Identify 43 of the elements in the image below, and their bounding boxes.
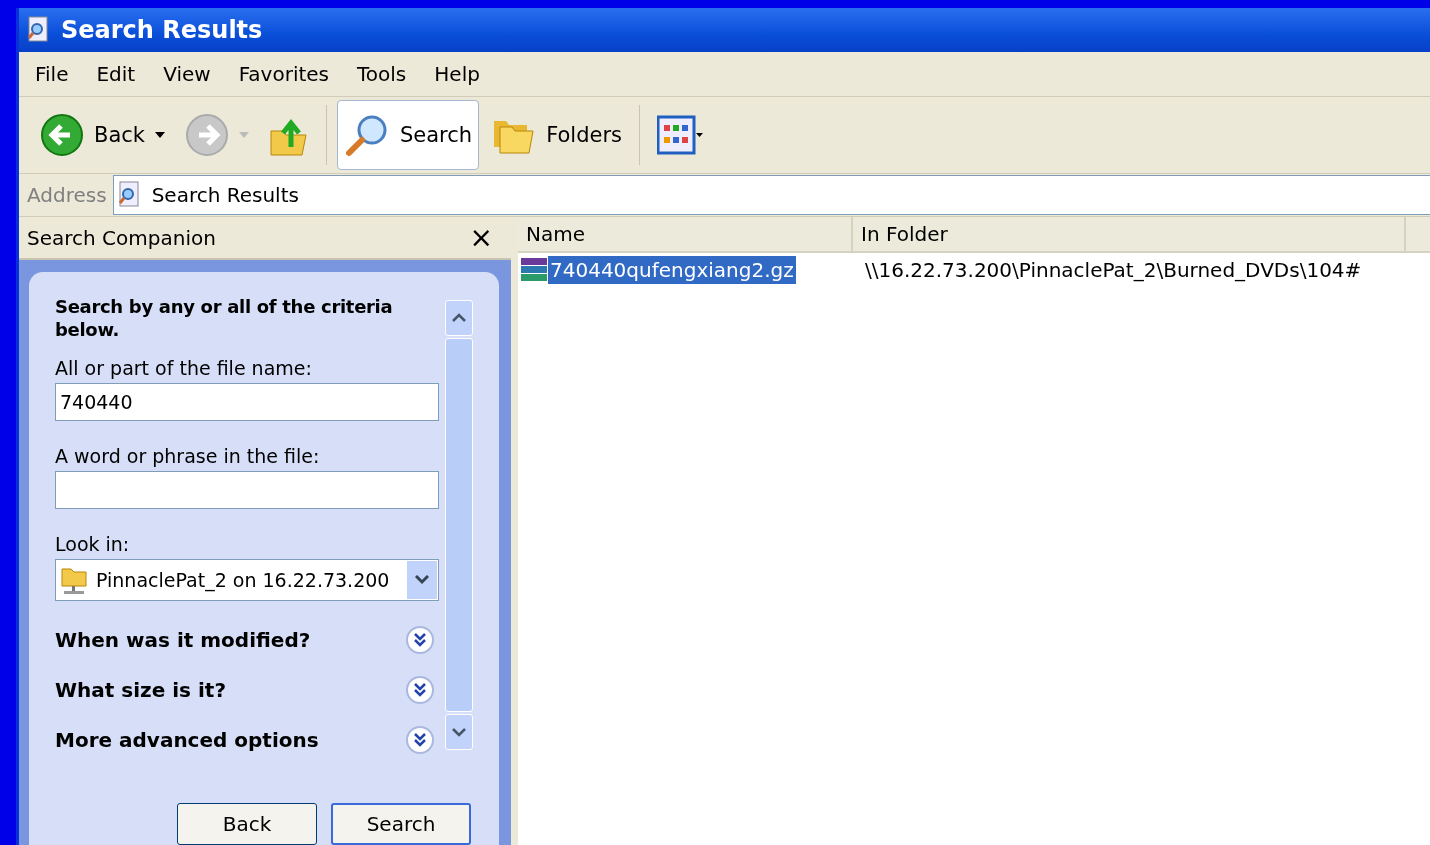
back-button[interactable]: Back [33, 100, 172, 170]
search-button[interactable]: Search [331, 803, 471, 845]
views-grid-icon [657, 115, 703, 155]
field-label: All or part of the file name: [55, 357, 313, 379]
address-field[interactable]: Search Results [112, 175, 1430, 215]
close-button[interactable]: × [465, 223, 497, 252]
search-document-icon [117, 181, 142, 209]
field-label: Look in: [55, 533, 131, 555]
section-label[interactable]: When was it modified? [55, 628, 311, 652]
scroll-down-icon[interactable] [452, 727, 466, 737]
menu-item[interactable]: Help [434, 62, 480, 86]
search-document-icon [27, 16, 51, 44]
field-label: A word or phrase in the file: [55, 445, 321, 467]
address-label: Address [27, 183, 107, 207]
column-header[interactable]: In Folder [853, 217, 1406, 251]
window-title: Search Results [61, 16, 263, 44]
menu-item[interactable]: Edit [96, 62, 136, 86]
search-button[interactable]: Search [337, 100, 480, 170]
network-folder-icon [60, 565, 88, 595]
scroll-up-icon[interactable] [452, 313, 466, 323]
input-field[interactable] [55, 471, 439, 509]
look-in-dropdown[interactable]: PinnaclePat_2 on 16.22.73.200 [55, 559, 439, 601]
menu-item[interactable]: File [35, 62, 69, 86]
menu-item[interactable]: Tools [357, 62, 407, 86]
column-header[interactable]: Name [518, 217, 853, 251]
expand-chevron-icon[interactable] [405, 675, 435, 705]
panel-heading: Search by any or all of the criteria below. [55, 296, 394, 341]
folder-path: \\16.22.73.200\PinnaclePat_2\Burned_DVDs\104# [865, 258, 1362, 282]
expand-chevron-icon[interactable] [405, 625, 435, 655]
back-button[interactable]: Back [177, 803, 317, 845]
section-label[interactable]: What size is it? [55, 678, 226, 702]
caret-icon [239, 132, 249, 138]
folders-button[interactable]: Folders [485, 100, 629, 170]
archive-file-icon [520, 257, 548, 283]
file-name[interactable]: 740440qufengxiang2.gz [548, 256, 796, 284]
menu-item[interactable]: View [163, 62, 211, 86]
section-label[interactable]: More advanced options [55, 728, 319, 752]
input-field[interactable]: 740440 [55, 383, 439, 421]
pane-title: Search Companion [27, 225, 216, 250]
caret-icon [155, 132, 165, 138]
menu-item[interactable]: Favorites [238, 62, 329, 86]
expand-chevron-icon[interactable] [405, 725, 435, 755]
scrollbar[interactable] [445, 300, 473, 750]
